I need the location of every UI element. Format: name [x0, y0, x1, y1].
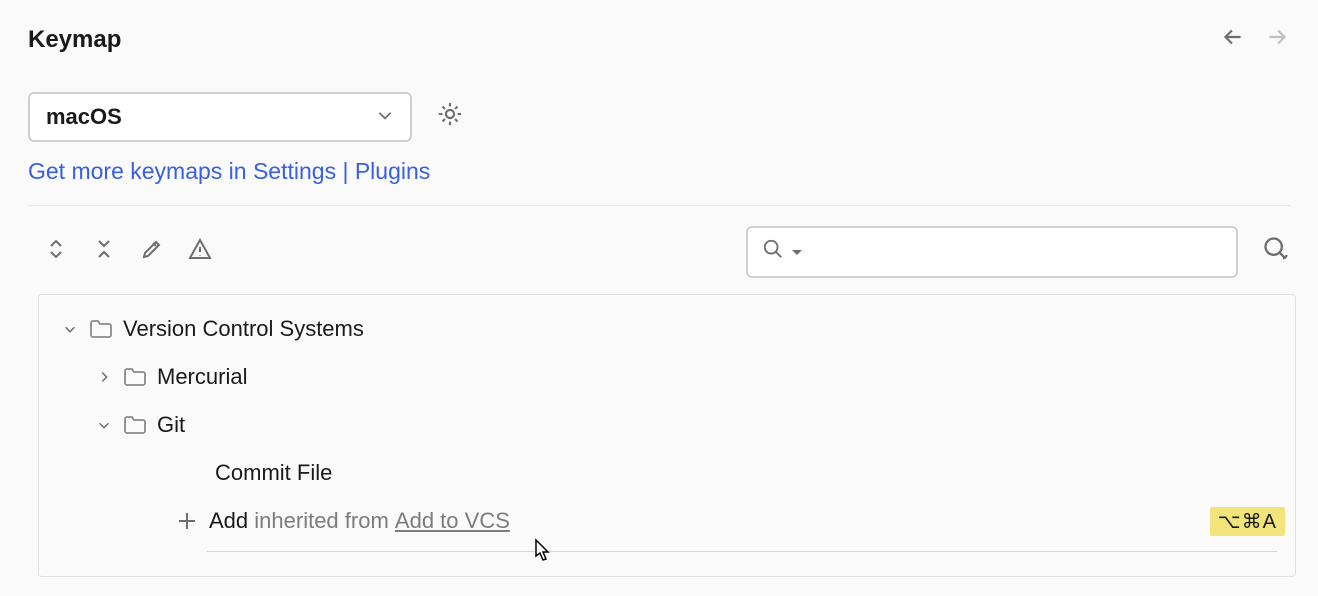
folder-icon	[123, 414, 147, 436]
search-field[interactable]	[810, 241, 1222, 264]
gear-icon[interactable]	[436, 100, 464, 134]
action-label: Commit File	[215, 460, 332, 486]
chevron-down-icon[interactable]	[95, 416, 113, 434]
shortcut-badge: ⌥⌘A	[1210, 507, 1285, 536]
inherited-link[interactable]: Add to VCS	[395, 508, 510, 534]
chevron-right-icon[interactable]	[95, 368, 113, 386]
warning-icon[interactable]	[188, 237, 212, 267]
tree-node-mercurial[interactable]: Mercurial	[39, 353, 1295, 401]
keymap-selected-label: macOS	[46, 104, 122, 130]
more-keymaps-link[interactable]: Get more keymaps in Settings | Plugins	[28, 158, 430, 184]
plus-icon	[177, 511, 197, 531]
nav-arrows	[1220, 24, 1290, 56]
tree-action-commit-file[interactable]: Commit File	[39, 449, 1295, 497]
keymap-dropdown[interactable]: macOS	[28, 92, 412, 142]
edit-icon[interactable]	[140, 237, 164, 267]
search-input[interactable]	[746, 226, 1238, 278]
folder-icon	[123, 366, 147, 388]
tree-node-git[interactable]: Git	[39, 401, 1295, 449]
search-icon	[762, 238, 784, 266]
keymap-tree: Version Control Systems Mercurial Git Co…	[38, 294, 1296, 577]
chevron-down-icon[interactable]	[61, 320, 79, 338]
collapse-all-icon[interactable]	[92, 237, 116, 267]
folder-icon	[89, 318, 113, 340]
tree-label: Git	[157, 412, 185, 438]
action-label: Add	[209, 508, 248, 534]
cursor-pointer-icon	[530, 538, 554, 572]
tree-action-add[interactable]: Add inherited from Add to VCS ⌥⌘A	[39, 497, 1295, 545]
page-title: Keymap	[28, 26, 121, 54]
divider	[28, 205, 1290, 206]
chevron-down-icon	[376, 104, 394, 130]
search-options-chevron-icon[interactable]	[792, 241, 802, 264]
find-by-shortcut-icon[interactable]	[1262, 235, 1290, 269]
forward-arrow-icon[interactable]	[1264, 24, 1290, 56]
back-arrow-icon[interactable]	[1220, 24, 1246, 56]
expand-all-icon[interactable]	[44, 237, 68, 267]
tree-label: Version Control Systems	[123, 316, 364, 342]
tree-label: Mercurial	[157, 364, 247, 390]
row-divider	[207, 551, 1277, 552]
tree-node-vcs[interactable]: Version Control Systems	[39, 305, 1295, 353]
inherited-text: inherited from	[254, 508, 389, 534]
